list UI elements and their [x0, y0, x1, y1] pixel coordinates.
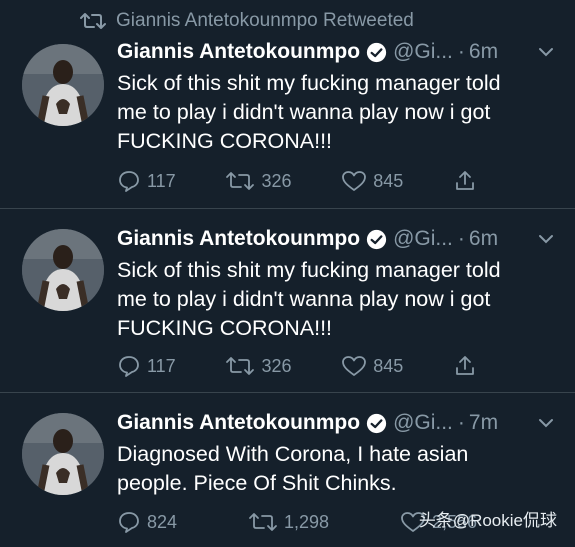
verified-badge-icon: [366, 413, 387, 433]
retweet-icon: [226, 172, 255, 190]
share-icon: [456, 171, 474, 190]
verified-badge-icon: [366, 42, 387, 62]
timestamp[interactable]: 7m: [469, 411, 498, 435]
display-name[interactable]: Giannis Antetokounmpo: [117, 227, 360, 251]
retweet-button[interactable]: 1,298: [248, 510, 329, 534]
reply-button[interactable]: 117: [117, 354, 176, 378]
heart-icon: [342, 356, 367, 376]
tweet-content: Giannis Antetokounmpo @Gi... · 6m Sick o…: [117, 224, 559, 343]
chevron-down-icon[interactable]: [537, 230, 555, 248]
display-name[interactable]: Giannis Antetokounmpo: [117, 40, 360, 64]
retweet-icon: [80, 13, 106, 29]
reply-count: 824: [147, 511, 178, 532]
reply-icon: [119, 512, 139, 533]
reply-icon: [119, 356, 139, 377]
retweet-count: 326: [261, 355, 292, 376]
like-button[interactable]: 845: [341, 354, 403, 378]
tweet-actions: 117 326 845: [117, 351, 477, 381]
tweet-header: Giannis Antetokounmpo @Gi... · 7m: [117, 408, 559, 438]
like-button[interactable]: 845: [341, 169, 403, 193]
avatar[interactable]: [22, 413, 104, 495]
timestamp[interactable]: 6m: [469, 40, 498, 64]
tweet-header: Giannis Antetokounmpo @Gi... · 6m: [117, 224, 559, 254]
tweet-2[interactable]: Giannis Antetokounmpo @Gi... · 6m Sick o…: [0, 209, 575, 393]
tweet-text: Sick of this shit my fucking manager tol…: [117, 258, 501, 340]
share-button[interactable]: [453, 354, 477, 378]
retweet-context: Giannis Antetokounmpo Retweeted: [80, 10, 414, 32]
username[interactable]: @Gi...: [393, 40, 453, 64]
tweet-text: Diagnosed With Corona, I hate asian peop…: [117, 442, 469, 495]
share-button[interactable]: [453, 169, 477, 193]
verified-badge-icon: [366, 229, 387, 249]
share-icon: [456, 356, 474, 375]
like-count: 845: [373, 355, 404, 376]
reply-icon: [119, 171, 139, 192]
separator-dot: ·: [457, 411, 465, 434]
username[interactable]: @Gi...: [393, 411, 453, 435]
retweet-count: 326: [261, 170, 292, 191]
username[interactable]: @Gi...: [393, 227, 453, 251]
tweet-content: Giannis Antetokounmpo @Gi... · 7m Diagno…: [117, 408, 559, 498]
retweet-label: Giannis Antetokounmpo Retweeted: [116, 10, 414, 31]
retweet-button[interactable]: 326: [225, 169, 291, 193]
tweet-1[interactable]: Giannis Antetokounmpo Retweeted Giannis …: [0, 0, 575, 209]
chevron-down-icon[interactable]: [537, 43, 555, 61]
tweet-actions: 117 326 845: [117, 166, 477, 196]
like-count: 845: [373, 170, 404, 191]
retweet-icon: [226, 357, 255, 375]
tweet-text: Sick of this shit my fucking manager tol…: [117, 71, 501, 153]
tweet-header: Giannis Antetokounmpo @Gi... · 6m: [117, 37, 559, 67]
separator-dot: ·: [457, 40, 465, 63]
heart-icon: [342, 171, 367, 191]
reply-button[interactable]: 117: [117, 169, 176, 193]
avatar[interactable]: [22, 229, 104, 311]
reply-count: 117: [147, 355, 176, 376]
separator-dot: ·: [457, 227, 465, 250]
reply-count: 117: [147, 170, 176, 191]
watermark-text: 头条@Rookie侃球: [418, 511, 557, 530]
tweet-content: Giannis Antetokounmpo @Gi... · 6m Sick o…: [117, 37, 559, 156]
chevron-down-icon[interactable]: [537, 414, 555, 432]
display-name[interactable]: Giannis Antetokounmpo: [117, 411, 360, 435]
retweet-button[interactable]: 326: [225, 354, 291, 378]
avatar[interactable]: [22, 44, 104, 126]
retweet-icon: [249, 513, 277, 531]
timestamp[interactable]: 6m: [469, 227, 498, 251]
reply-button[interactable]: 824: [117, 510, 177, 534]
retweet-count: 1,298: [283, 511, 330, 532]
